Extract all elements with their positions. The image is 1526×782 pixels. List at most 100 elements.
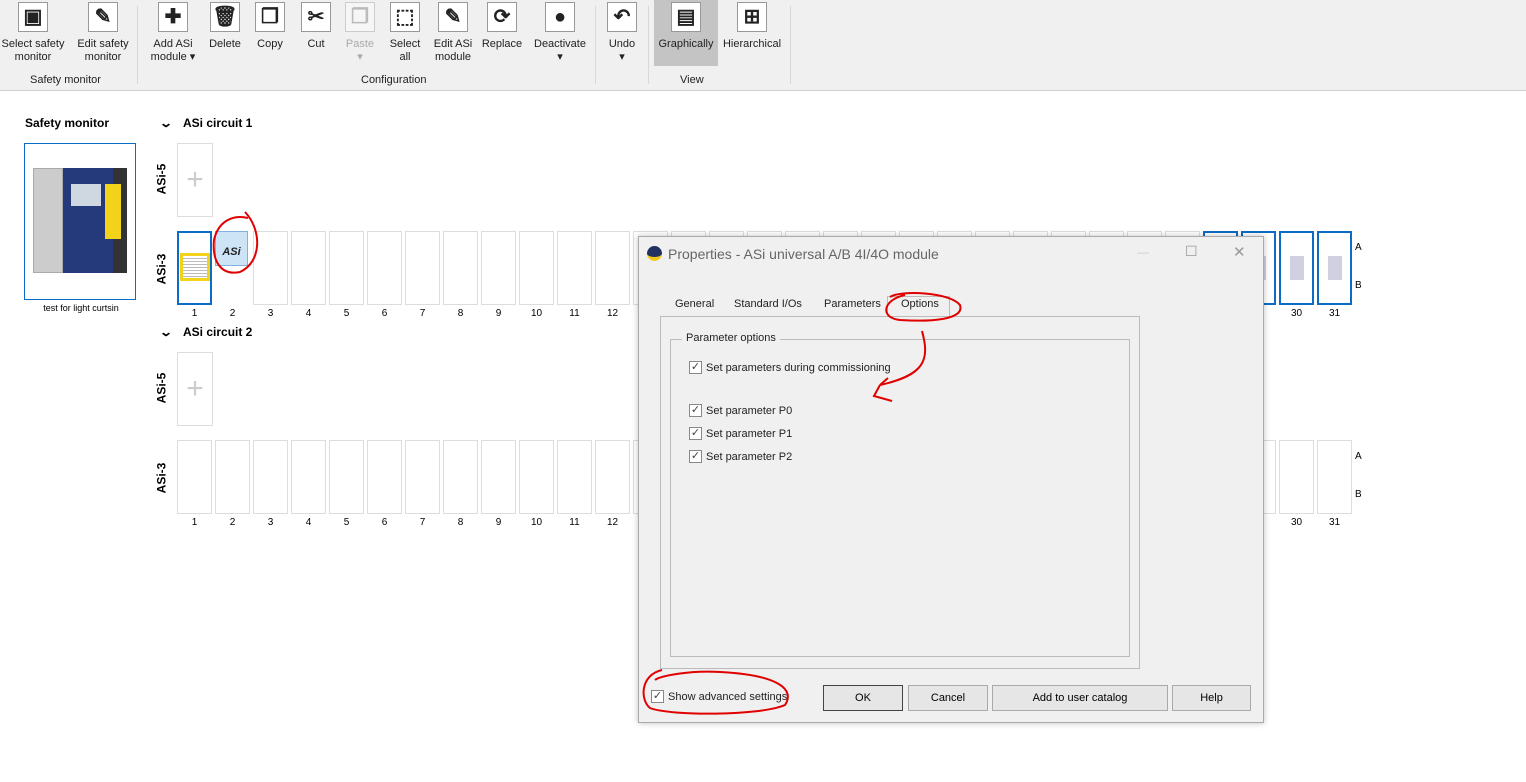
asi-slot-11[interactable] bbox=[557, 440, 592, 514]
asi-slot-31[interactable] bbox=[1317, 440, 1352, 514]
set-parameter-p2-checkbox[interactable]: ✓ Set parameter P2 bbox=[689, 450, 792, 463]
asi-slot-4[interactable] bbox=[291, 440, 326, 514]
button-label-line2: module ▾ bbox=[150, 51, 196, 63]
add-to-user-catalog-button[interactable]: Add to user catalog bbox=[992, 685, 1168, 711]
paste-icon: ❐ bbox=[345, 2, 375, 32]
asi-slot-10[interactable] bbox=[519, 440, 554, 514]
button-label: Edit safety bbox=[77, 38, 129, 50]
asi-slot-8[interactable] bbox=[443, 440, 478, 514]
edit-safety-monitor-button[interactable]: ✎ Edit safety monitor bbox=[73, 2, 133, 64]
replace-button[interactable]: ⟳ Replace bbox=[472, 2, 532, 51]
tab-options[interactable]: Options bbox=[901, 298, 939, 310]
minimize-button[interactable]: — bbox=[1137, 245, 1149, 259]
button-label-line2: monitor bbox=[14, 51, 52, 63]
asi-slot-7[interactable] bbox=[405, 440, 440, 514]
slot-number: 6 bbox=[381, 308, 388, 319]
trash-icon: 🗑 bbox=[210, 2, 240, 32]
show-advanced-settings-checkbox[interactable]: ✓ Show advanced settings bbox=[651, 690, 787, 703]
add-asi-module-button[interactable]: ✚ Add ASi module ▾ bbox=[143, 2, 203, 64]
asi-slot-9[interactable] bbox=[481, 440, 516, 514]
slot-number: 12 bbox=[606, 517, 619, 528]
hierarchical-button[interactable]: ⊞ Hierarchical bbox=[722, 2, 782, 51]
checkbox-label: Set parameters during commissioning bbox=[706, 361, 891, 374]
slot-number: 30 bbox=[1290, 308, 1303, 319]
collapse-chevron-icon[interactable]: ⌄ bbox=[159, 325, 173, 339]
slot-number: 11 bbox=[569, 308, 580, 319]
slot-number: 7 bbox=[419, 517, 426, 528]
asi-slot-12[interactable] bbox=[595, 231, 630, 305]
asi-slot-6[interactable] bbox=[367, 231, 402, 305]
asi-slot-30[interactable] bbox=[1279, 440, 1314, 514]
channel-a-label: A bbox=[1355, 451, 1362, 462]
slot-number: 30 bbox=[1290, 517, 1303, 528]
ok-button[interactable]: OK bbox=[823, 685, 903, 711]
asi-slot-31[interactable] bbox=[1317, 231, 1352, 305]
checkbox-label: Set parameter P1 bbox=[706, 427, 793, 440]
toolbar-separator bbox=[790, 6, 791, 84]
asi-slot-3[interactable] bbox=[253, 440, 288, 514]
ribbon-toolbar: ▣ Select safety monitor ✎ Edit safety monitor… bbox=[0, 0, 1526, 91]
toolbar-separator bbox=[137, 6, 138, 84]
asi-slot-11[interactable] bbox=[557, 231, 592, 305]
asi-slot-4[interactable] bbox=[291, 231, 326, 305]
close-button[interactable]: ✕ bbox=[1233, 243, 1246, 261]
button-label: Undo bbox=[608, 38, 636, 50]
asi-slot-1[interactable] bbox=[177, 440, 212, 514]
select-monitor-icon: ▣ bbox=[18, 2, 48, 32]
safety-monitor-caption: test for light curtsin bbox=[43, 303, 119, 313]
collapse-chevron-icon[interactable]: ⌄ bbox=[159, 116, 173, 130]
asi5-label: ASi-5 bbox=[154, 372, 169, 404]
asi3-label: ASi-3 bbox=[154, 253, 169, 285]
asi-slot-2[interactable] bbox=[215, 440, 250, 514]
toolbar-separator bbox=[595, 6, 596, 84]
undo-icon: ↶ bbox=[607, 2, 637, 32]
tab-general[interactable]: General bbox=[675, 298, 714, 310]
asi-slot-5[interactable] bbox=[329, 440, 364, 514]
asi-slot-2[interactable]: ASi bbox=[215, 231, 250, 305]
add-asi5-module-slot[interactable]: + bbox=[177, 352, 213, 426]
asi-slot-5[interactable] bbox=[329, 231, 364, 305]
slot-number: 8 bbox=[457, 308, 464, 319]
scissors-icon: ✂ bbox=[301, 2, 331, 32]
group-label-safety-monitor: Safety monitor bbox=[30, 74, 101, 86]
asi-slot-1[interactable] bbox=[177, 231, 212, 305]
checkbox-label: Set parameter P0 bbox=[706, 404, 793, 417]
graphically-button[interactable]: ▤ Graphically bbox=[654, 0, 718, 66]
button-label: Select safety bbox=[1, 38, 65, 50]
button-label-line2: module bbox=[434, 51, 472, 63]
slot-number: 31 bbox=[1328, 517, 1341, 528]
help-button[interactable]: Help bbox=[1172, 685, 1251, 711]
undo-button[interactable]: ↶ Undo ▾ bbox=[592, 2, 652, 64]
asi3-label: ASi-3 bbox=[154, 462, 169, 494]
slot-number: 4 bbox=[305, 308, 312, 319]
select-safety-monitor-button[interactable]: ▣ Select safety monitor bbox=[0, 2, 66, 64]
safety-monitor-image[interactable] bbox=[24, 143, 136, 300]
tab-standard-ios[interactable]: Standard I/Os bbox=[734, 298, 802, 310]
safety-monitor-heading: Safety monitor bbox=[25, 116, 110, 130]
tab-parameters[interactable]: Parameters bbox=[824, 298, 881, 310]
slot-number: 8 bbox=[457, 517, 464, 528]
set-parameter-p0-checkbox[interactable]: ✓ Set parameter P0 bbox=[689, 404, 792, 417]
add-asi5-module-slot[interactable]: + bbox=[177, 143, 213, 217]
asi-slot-12[interactable] bbox=[595, 440, 630, 514]
cancel-button[interactable]: Cancel bbox=[908, 685, 988, 711]
asi-slot-30[interactable] bbox=[1279, 231, 1314, 305]
asi-slot-10[interactable] bbox=[519, 231, 554, 305]
maximize-button[interactable]: ☐ bbox=[1185, 243, 1198, 260]
asi-slot-6[interactable] bbox=[367, 440, 402, 514]
deactivate-button[interactable]: ● Deactivate ▾ bbox=[530, 2, 590, 64]
group-label: Parameter options bbox=[682, 332, 780, 344]
graphical-view-icon: ▤ bbox=[671, 2, 701, 32]
copy-icon: ❐ bbox=[255, 2, 285, 32]
asi-slot-3[interactable] bbox=[253, 231, 288, 305]
set-parameters-commissioning-checkbox[interactable]: ✓ Set parameters during commissioning bbox=[689, 361, 891, 374]
asi-slot-9[interactable] bbox=[481, 231, 516, 305]
slot-number: 1 bbox=[191, 517, 198, 528]
button-label: Replace bbox=[481, 38, 523, 50]
dialog-title: Properties - ASi universal A/B 4I/4O mod… bbox=[668, 246, 939, 262]
asi-slot-8[interactable] bbox=[443, 231, 478, 305]
light-curtain-icon bbox=[180, 253, 210, 281]
set-parameter-p1-checkbox[interactable]: ✓ Set parameter P1 bbox=[689, 427, 792, 440]
button-label-line2: ▾ bbox=[619, 51, 625, 63]
asi-slot-7[interactable] bbox=[405, 231, 440, 305]
